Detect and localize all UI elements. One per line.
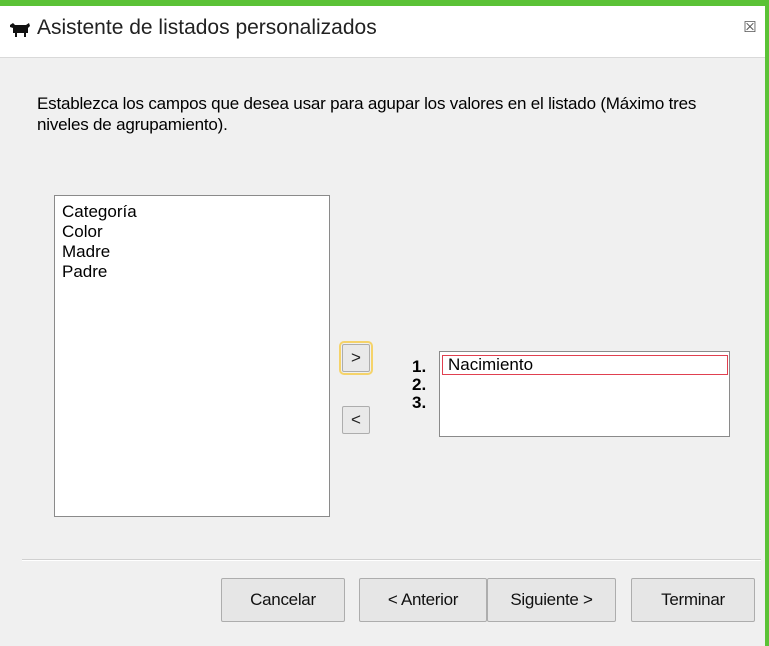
list-item[interactable]: Color <box>62 222 329 242</box>
list-item[interactable]: Madre <box>62 242 329 262</box>
previous-button[interactable]: < Anterior <box>359 578 487 622</box>
available-fields-list[interactable]: Categoría Color Madre Padre <box>54 195 330 517</box>
finish-button[interactable]: Terminar <box>631 578 755 622</box>
list-item[interactable]: Padre <box>62 262 329 282</box>
list-item[interactable]: Categoría <box>62 202 329 222</box>
grouping-fields-list[interactable]: Nacimiento <box>439 351 730 437</box>
instructions-text: Establezca los campos que desea usar par… <box>37 94 697 134</box>
next-button[interactable]: Siguiente > <box>487 578 616 622</box>
cow-icon <box>10 23 30 37</box>
close-icon[interactable]: ☒ <box>740 18 760 38</box>
dialog-title: Asistente de listados personalizados <box>37 16 377 39</box>
window-right-accent <box>765 6 769 646</box>
separator <box>22 559 761 561</box>
level-number: 3. <box>412 393 427 412</box>
grouping-list-item[interactable]: Nacimiento <box>442 355 728 375</box>
add-field-button[interactable]: > <box>339 341 373 375</box>
level-number: 2. <box>412 375 427 394</box>
cancel-button[interactable]: Cancelar <box>221 578 345 622</box>
wizard-dialog: Asistente de listados personalizados ☒ E… <box>0 6 769 646</box>
remove-field-button[interactable]: < <box>342 406 370 434</box>
group-level-numbers: 1. 2. 3. <box>412 358 426 412</box>
title-bar[interactable]: Asistente de listados personalizados ☒ <box>0 6 769 58</box>
level-number: 1. <box>412 357 427 376</box>
